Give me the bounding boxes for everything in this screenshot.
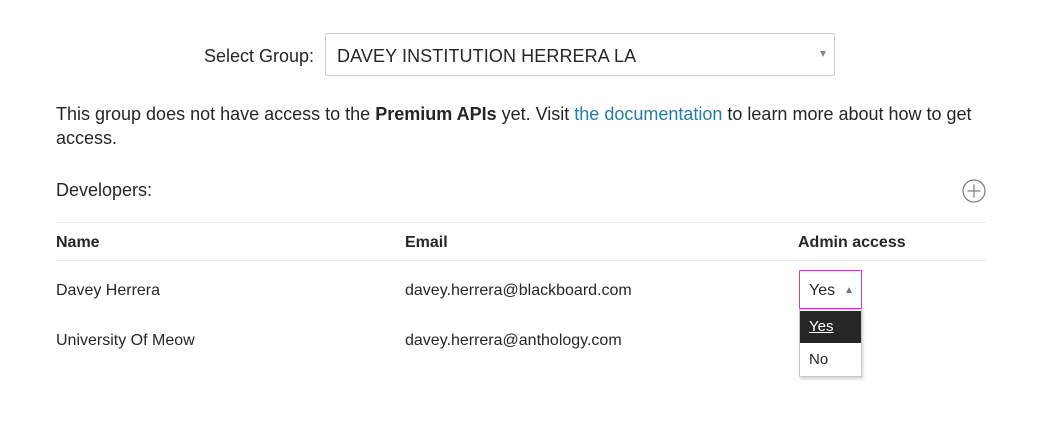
group-select[interactable]: DAVEY INSTITUTION HERRERA LA — [325, 33, 835, 76]
admin-access-select-value: Yes — [809, 282, 836, 299]
developer-access-page: Select Group: DAVEY INSTITUTION HERRERA … — [0, 0, 1059, 425]
developer-name: Davey Herrera — [56, 282, 161, 299]
premium-apis-label: Premium APIs — [375, 104, 497, 124]
developer-email: davey.herrera@blackboard.com — [405, 282, 632, 299]
column-header-admin-access: Admin access — [798, 234, 906, 251]
column-header-name: Name — [56, 234, 100, 251]
notice-text-before: This group does not have access to the — [56, 104, 376, 124]
dropdown-option-no[interactable]: No — [800, 344, 861, 376]
developer-name: University Of Meow — [56, 332, 195, 349]
documentation-link[interactable]: the documentation — [574, 104, 722, 124]
group-select-value: DAVEY INSTITUTION HERRERA LA — [337, 46, 637, 66]
developer-email: davey.herrera@anthology.com — [405, 332, 622, 349]
plus-circle-icon — [962, 179, 986, 203]
dropdown-option-yes[interactable]: Yes — [800, 311, 861, 343]
select-group-label: Select Group: — [204, 46, 315, 66]
table-header-divider — [56, 260, 986, 261]
section-divider — [56, 222, 986, 223]
chevron-up-icon — [846, 287, 852, 293]
developers-title: Developers: — [56, 180, 153, 200]
add-developer-button[interactable] — [962, 179, 986, 203]
premium-api-notice: This group does not have access to the P… — [56, 102, 986, 150]
chevron-down-icon — [820, 51, 826, 57]
admin-access-select[interactable]: Yes — [799, 270, 862, 309]
admin-access-dropdown-list: Yes No — [799, 309, 862, 377]
notice-text-middle: yet. Visit — [496, 104, 575, 124]
column-header-email: Email — [405, 234, 448, 251]
